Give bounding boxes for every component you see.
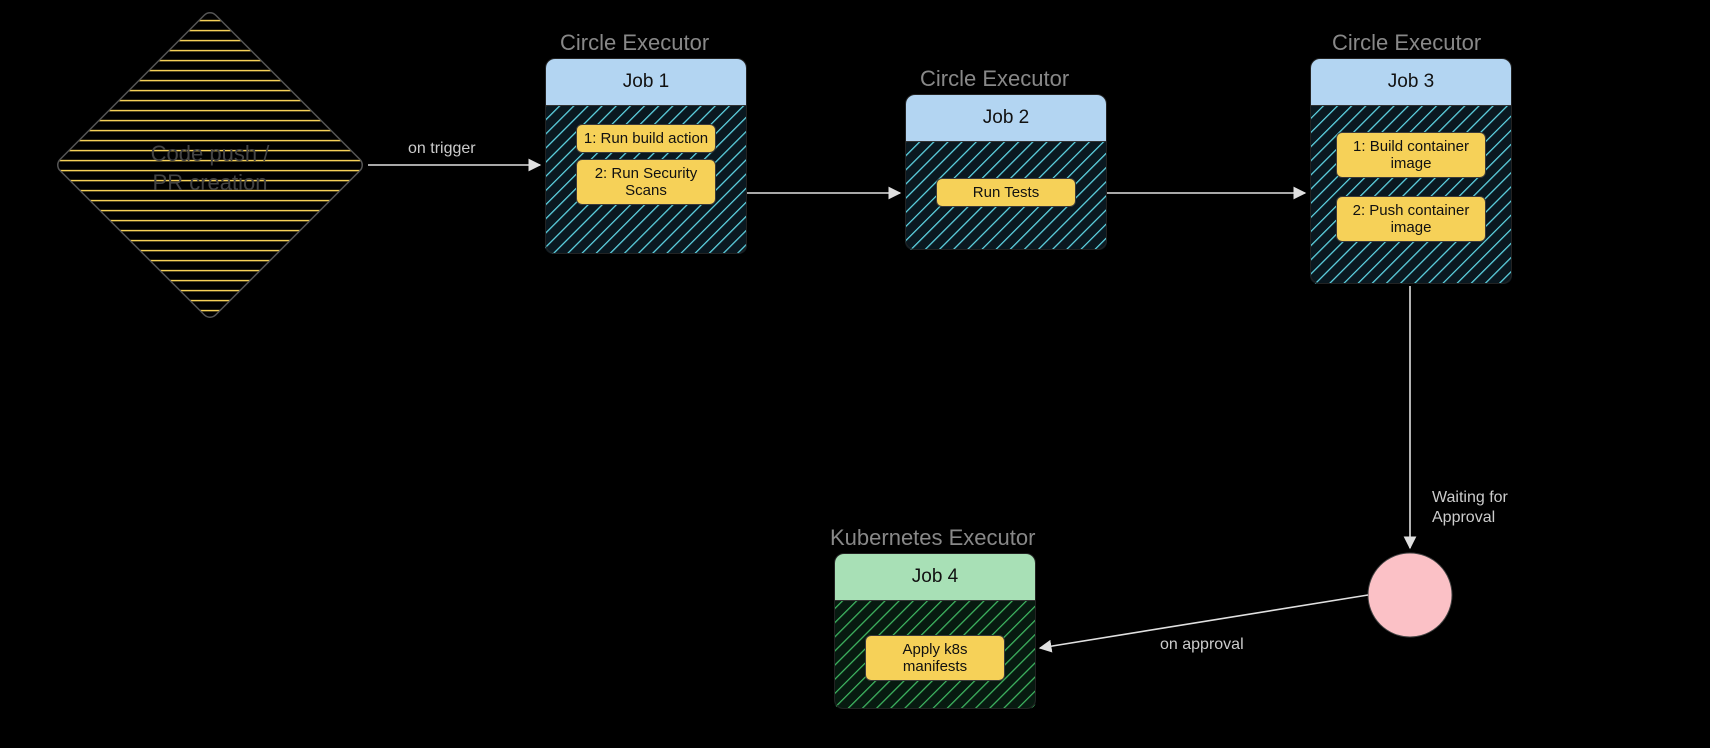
job4-executor-title: Kubernetes Executor — [830, 525, 1035, 551]
job1-header: Job 1 — [546, 59, 746, 106]
approval-circle — [1368, 553, 1452, 637]
job4-box: Job 4 Apply k8s manifests — [834, 553, 1036, 709]
job4-step-1: Apply k8s manifests — [865, 635, 1005, 681]
job1-step-2: 2: Run Security Scans — [576, 159, 716, 205]
job1-step-1: 1: Run build action — [576, 124, 716, 153]
job3-step-1: 1: Build container image — [1336, 132, 1486, 178]
job3-box: Job 3 1: Build container image 2: Push c… — [1310, 58, 1512, 284]
job2-executor-title: Circle Executor — [920, 66, 1069, 92]
job1-box: Job 1 1: Run build action 2: Run Securit… — [545, 58, 747, 254]
job3-header: Job 3 — [1311, 59, 1511, 106]
edge-label-waiting: Waiting for Approval — [1432, 488, 1508, 528]
job2-box: Job 2 Run Tests — [905, 94, 1107, 250]
edge-label-waiting-line1: Waiting for — [1432, 489, 1508, 506]
job1-executor-title: Circle Executor — [560, 30, 709, 56]
edge-label-waiting-line2: Approval — [1432, 509, 1495, 526]
job3-step-2: 2: Push container image — [1336, 196, 1486, 242]
job2-header: Job 2 — [906, 95, 1106, 142]
job2-step-1: Run Tests — [936, 178, 1076, 207]
job3-executor-title: Circle Executor — [1332, 30, 1481, 56]
trigger-diamond — [54, 9, 365, 320]
edge-label-on-approval: on approval — [1160, 636, 1244, 654]
edge-label-trigger: on trigger — [408, 140, 476, 158]
job4-header: Job 4 — [835, 554, 1035, 601]
